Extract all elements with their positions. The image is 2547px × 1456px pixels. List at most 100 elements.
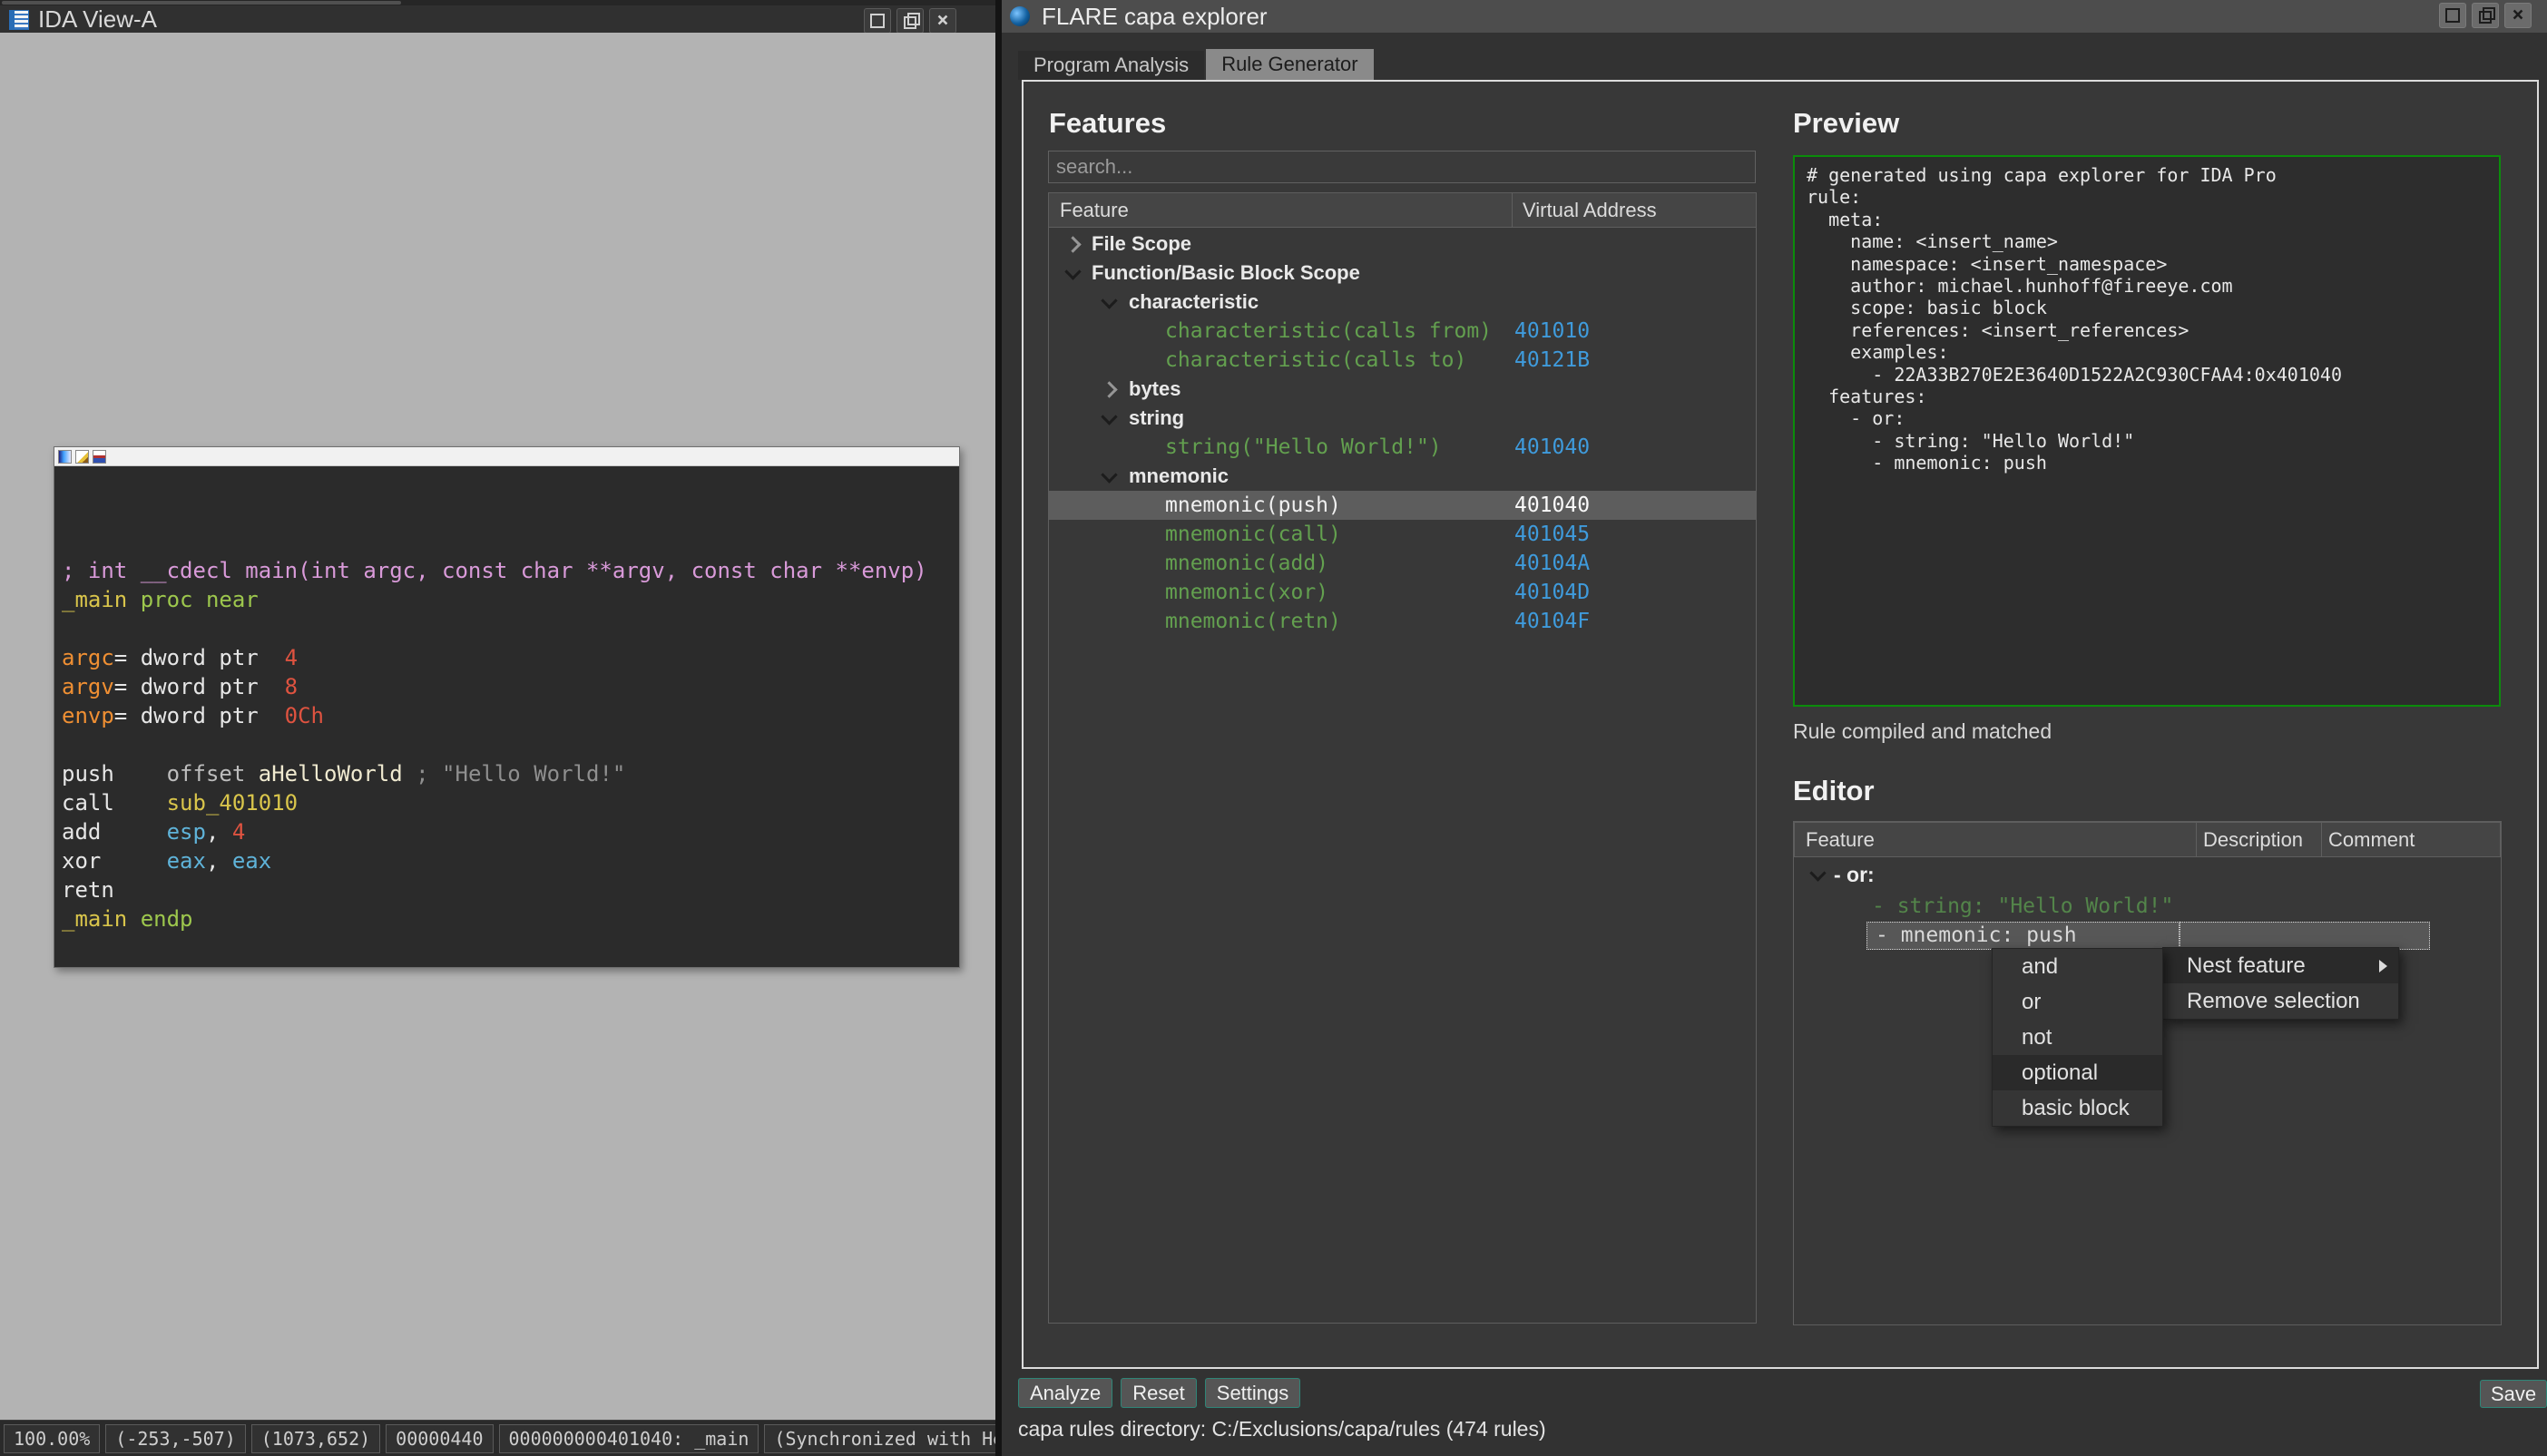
ida-statusbar: 100.00%(-253,-507)(1073,652)000004400000… xyxy=(0,1420,995,1456)
column-feature[interactable]: Feature xyxy=(1060,199,1129,222)
column-description[interactable]: Description xyxy=(2203,828,2303,852)
disassembly-window[interactable]: ; int __cdecl main(int argc, const char … xyxy=(54,446,960,968)
menu-item-remove-selection[interactable]: Remove selection xyxy=(2163,983,2398,1019)
chevron-right-icon[interactable] xyxy=(1064,236,1081,252)
tree-row[interactable]: characteristic xyxy=(1049,288,1756,317)
editor-row-string[interactable]: - string: "Hello World!" xyxy=(1794,892,2501,922)
status-segment: 100.00% xyxy=(4,1424,100,1453)
menu-item-or[interactable]: or xyxy=(1993,984,2162,1020)
tree-row-label: mnemonic(add) xyxy=(1165,552,1328,575)
tree-row[interactable]: mnemonic(call)401045 xyxy=(1049,520,1756,549)
column-divider[interactable] xyxy=(1512,193,1513,227)
preview-line: # generated using capa explorer for IDA … xyxy=(1807,164,2487,186)
capa-explorer-window: FLARE capa explorer × Program AnalysisRu… xyxy=(1002,0,2547,1456)
analyze-button[interactable]: Analyze xyxy=(1018,1378,1112,1408)
column-divider[interactable] xyxy=(2196,823,2197,856)
capa-window-title: FLARE capa explorer xyxy=(1042,0,1268,33)
close-button[interactable]: × xyxy=(929,8,956,34)
preview-line: examples: xyxy=(1807,341,2487,363)
disassembly-listing[interactable]: ; int __cdecl main(int argc, const char … xyxy=(54,466,959,966)
status-segment: (1073,652) xyxy=(251,1424,380,1453)
tree-row-label: string("Hello World!") xyxy=(1165,435,1442,459)
tree-row[interactable]: mnemonic(retn)40104F xyxy=(1049,607,1756,636)
tree-row[interactable]: characteristic(calls to)40121B xyxy=(1049,346,1756,375)
reset-button[interactable]: Reset xyxy=(1121,1378,1196,1408)
preview-line: namespace: <insert_namespace> xyxy=(1807,253,2487,275)
chevron-down-icon[interactable] xyxy=(1101,408,1117,425)
restore-button[interactable] xyxy=(2472,3,2499,28)
tab-rule-generator[interactable]: Rule Generator xyxy=(1206,49,1373,80)
tree-row[interactable]: characteristic(calls from)401010 xyxy=(1049,317,1756,346)
edit-icon[interactable] xyxy=(75,450,89,464)
chevron-down-icon[interactable] xyxy=(1064,263,1081,279)
close-button[interactable]: × xyxy=(2504,3,2532,28)
tree-row-label: mnemonic(retn) xyxy=(1165,610,1341,633)
tree-row-label: mnemonic(xor) xyxy=(1165,581,1328,604)
features-table-header[interactable]: Feature Virtual Address xyxy=(1048,192,1757,228)
column-comment[interactable]: Comment xyxy=(2328,828,2415,852)
tree-row[interactable]: bytes xyxy=(1049,375,1756,404)
screen: IDA View-A × ; int __cdecl main(int argc… xyxy=(0,0,2547,1456)
search-input[interactable] xyxy=(1048,151,1756,183)
palette-icon[interactable] xyxy=(58,450,72,464)
code-line: push offset aHelloWorld ; "Hello World!" xyxy=(62,759,959,788)
chevron-right-icon[interactable] xyxy=(1101,381,1117,397)
tree-row[interactable]: mnemonic(add)40104A xyxy=(1049,549,1756,578)
window-icon[interactable] xyxy=(93,450,106,464)
ida-view-icon xyxy=(9,10,29,30)
tree-row-label: characteristic xyxy=(1129,290,1259,314)
menu-item-nest-feature[interactable]: Nest feature xyxy=(2163,948,2398,983)
chevron-down-icon[interactable] xyxy=(1101,466,1117,483)
menu-item-optional[interactable]: optional xyxy=(1993,1055,2162,1090)
restore-icon xyxy=(904,16,916,29)
save-button[interactable]: Save xyxy=(2480,1380,2547,1408)
chevron-down-icon[interactable] xyxy=(1101,292,1117,308)
menu-item-not[interactable]: not xyxy=(1993,1020,2162,1055)
status-segment: (Synchronized with Hex xyxy=(764,1424,995,1453)
submenu-arrow-icon xyxy=(2379,960,2387,972)
features-tree: File ScopeFunction/Basic Block Scopechar… xyxy=(1048,228,1757,1324)
disassembly-toolbar[interactable] xyxy=(54,447,959,466)
menu-item-and[interactable]: and xyxy=(1993,949,2162,984)
column-divider[interactable] xyxy=(2321,823,2322,856)
capa-titlebar[interactable]: FLARE capa explorer × xyxy=(1002,0,2547,33)
preview-line: - string: "Hello World!" xyxy=(1807,430,2487,452)
chevron-down-icon[interactable] xyxy=(1809,865,1826,881)
editor-table-header[interactable]: Feature Description Comment xyxy=(1794,822,2501,857)
column-feature[interactable]: Feature xyxy=(1806,828,1875,852)
settings-button[interactable]: Settings xyxy=(1205,1378,1301,1408)
splitter-handle[interactable] xyxy=(2,1,401,5)
maximize-button[interactable] xyxy=(2439,3,2466,28)
status-segment: 000000000401040: _main xyxy=(499,1424,759,1453)
tree-row[interactable]: mnemonic(xor) 40104D xyxy=(1049,578,1756,607)
virtual-address: 40104D xyxy=(1514,581,1590,604)
maximize-button[interactable] xyxy=(864,8,891,34)
tree-row-label: mnemonic(push) xyxy=(1165,493,1341,517)
preview-line: - 22A33B270E2E3640D1522A2C930CFAA4:0x401… xyxy=(1807,364,2487,386)
ida-titlebar[interactable]: IDA View-A × xyxy=(0,5,995,33)
maximize-icon xyxy=(870,14,885,28)
preview-line: - or: xyxy=(1807,407,2487,429)
preview-line: scope: basic block xyxy=(1807,297,2487,318)
ida-view-canvas[interactable]: ; int __cdecl main(int argc, const char … xyxy=(0,33,995,1420)
code-line: ; int __cdecl main(int argc, const char … xyxy=(62,556,959,585)
tree-row-label: string xyxy=(1129,406,1184,430)
rule-status-text: Rule compiled and matched xyxy=(1793,719,2052,744)
tree-row[interactable]: string("Hello World!")401040 xyxy=(1049,433,1756,462)
preview-line: references: <insert_references> xyxy=(1807,319,2487,341)
column-virtual-address[interactable]: Virtual Address xyxy=(1523,199,1657,222)
editor-row-or[interactable]: - or: xyxy=(1794,857,2501,892)
tab-program-analysis[interactable]: Program Analysis xyxy=(1018,51,1204,80)
tree-row[interactable]: mnemonic xyxy=(1049,462,1756,491)
maximize-icon xyxy=(2445,8,2460,23)
preview-line: name: <insert_name> xyxy=(1807,230,2487,252)
menu-item-basic-block[interactable]: basic block xyxy=(1993,1090,2162,1126)
tree-row[interactable]: string xyxy=(1049,404,1756,433)
tree-row[interactable]: Function/Basic Block Scope xyxy=(1049,259,1756,288)
restore-button[interactable] xyxy=(896,8,924,34)
rule-preview: # generated using capa explorer for IDA … xyxy=(1793,155,2501,707)
tree-row[interactable]: mnemonic(push)401040 xyxy=(1049,491,1756,520)
code-line: argv= dword ptr 8 xyxy=(62,672,959,701)
tree-row[interactable]: File Scope xyxy=(1049,230,1756,259)
close-icon: × xyxy=(936,12,948,30)
